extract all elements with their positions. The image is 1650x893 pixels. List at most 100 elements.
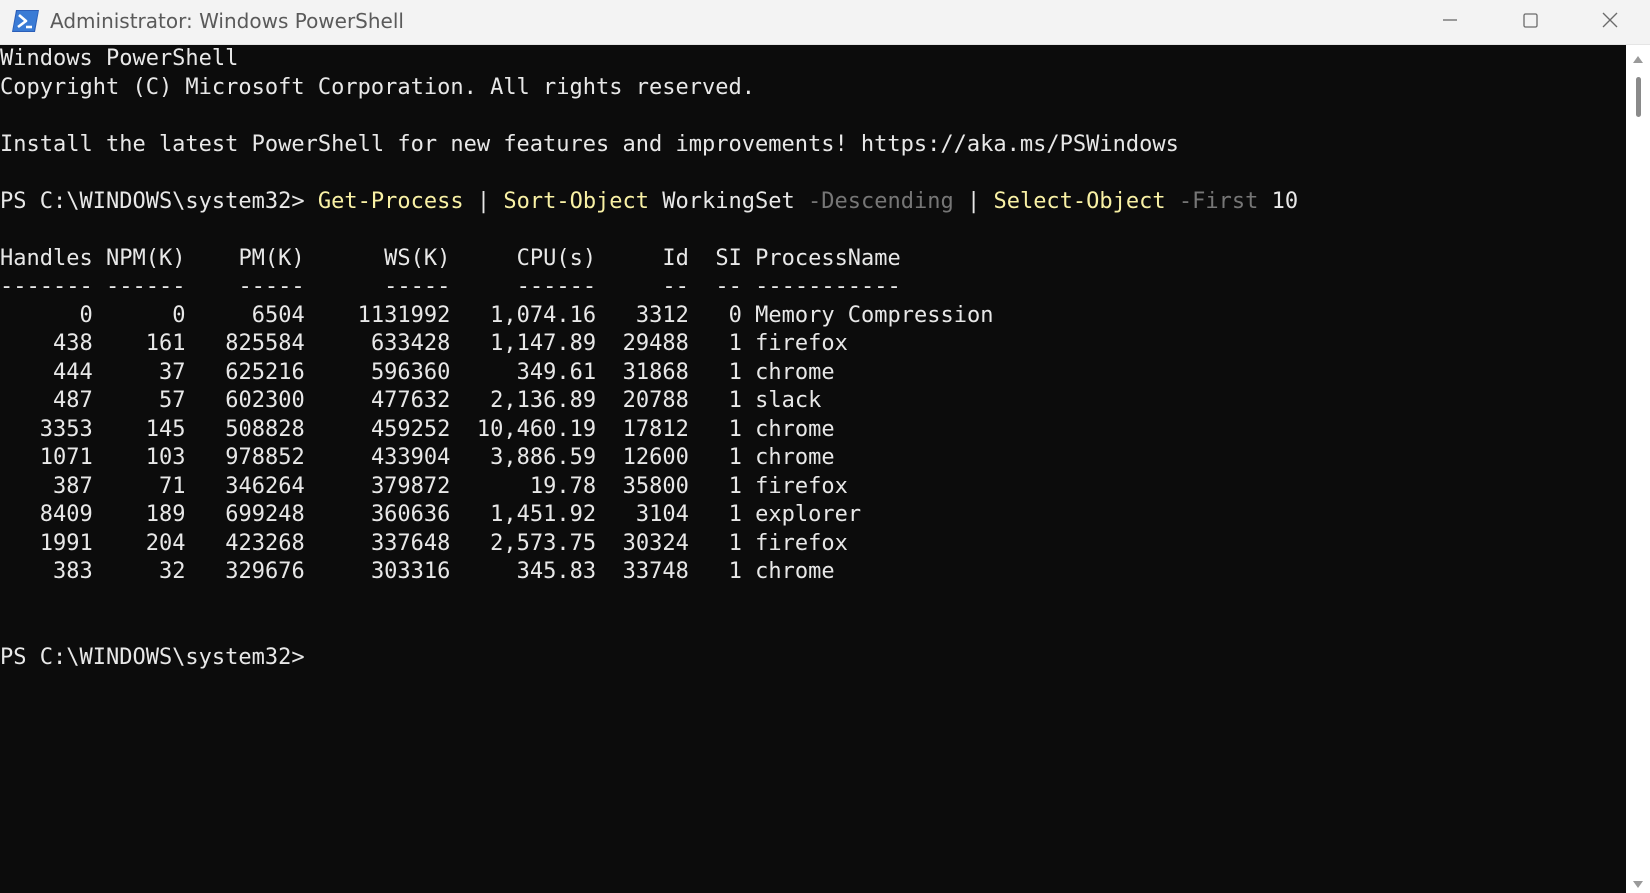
maximize-button[interactable] — [1490, 0, 1570, 44]
table-cell: 1 — [728, 331, 742, 356]
cell-padding — [596, 531, 623, 556]
table-separator-row: ------- ------ ----- ----- ------ -- -- … — [0, 273, 1626, 302]
cell-padding — [742, 388, 755, 413]
table-row: 387 71 346264 379872 19.78 35800 1 firef… — [0, 473, 1626, 502]
table-cell: 3104 — [635, 502, 689, 527]
table-cell: -- — [662, 274, 689, 299]
table-cell: 71 — [158, 473, 186, 499]
cell-padding — [93, 445, 146, 470]
table-cell: 10,460.19 — [476, 416, 597, 442]
cell-padding — [305, 303, 358, 328]
table-row: 1991 204 423268 337648 2,573.75 30324 1 … — [0, 530, 1626, 559]
table-cell: 625216 — [225, 359, 305, 385]
cell-padding — [305, 331, 371, 356]
cell-padding — [596, 274, 662, 299]
command-token: Get-Process — [317, 188, 464, 214]
table-row: 3353 145 508828 459252 10,460.19 17812 1… — [0, 416, 1626, 445]
command-token — [1166, 189, 1179, 214]
cell-padding — [596, 445, 623, 470]
table-cell: -- — [715, 274, 742, 299]
command-token: -Descending — [808, 188, 954, 214]
table-cell: 1071 — [39, 445, 93, 470]
cell-padding — [450, 445, 490, 470]
table-cell: NPM(K) — [105, 245, 186, 271]
cell-padding — [596, 474, 623, 499]
table-cell: 438 — [52, 331, 93, 356]
cell-padding — [93, 274, 106, 299]
table-cell: 1,451.92 — [490, 502, 597, 527]
cell-padding — [742, 360, 755, 385]
cell-padding — [742, 303, 755, 328]
table-cell: 444 — [52, 359, 93, 385]
cell-padding — [93, 331, 146, 356]
table-cell: 161 — [145, 331, 186, 356]
cell-padding — [93, 303, 172, 328]
cell-padding — [596, 502, 636, 527]
table-cell: 103 — [145, 445, 186, 470]
table-cell: 0 — [79, 302, 93, 328]
table-cell: 1131992 — [357, 302, 451, 328]
cell-padding — [93, 246, 106, 271]
table-cell: 33748 — [622, 559, 689, 584]
table-cell: 35800 — [622, 473, 689, 499]
window-title: Administrator: Windows PowerShell — [50, 9, 404, 33]
cell-padding — [596, 246, 662, 271]
cell-padding — [0, 303, 79, 328]
table-cell: ----- — [384, 274, 451, 299]
cell-padding — [742, 246, 755, 271]
table-header-row: Handles NPM(K) PM(K) WS(K) CPU(s) Id SI … — [0, 245, 1626, 274]
cell-padding — [689, 331, 729, 356]
close-button[interactable] — [1570, 0, 1650, 44]
scroll-up-arrow-icon[interactable] — [1632, 55, 1644, 65]
cell-padding — [689, 474, 729, 499]
table-cell: 303316 — [370, 559, 451, 584]
table-cell: 1 — [728, 530, 742, 556]
table-cell: ------ — [516, 274, 597, 299]
table-cell: ----- — [238, 274, 305, 299]
maximize-icon — [1523, 13, 1538, 28]
table-cell: 379872 — [370, 473, 451, 499]
vertical-scrollbar[interactable] — [1626, 45, 1650, 893]
cell-padding — [185, 531, 225, 556]
command-token: | — [953, 188, 994, 214]
cell-padding — [185, 303, 251, 328]
table-cell: Id — [662, 245, 689, 271]
cell-padding — [450, 274, 516, 299]
cell-padding — [305, 360, 371, 385]
cell-padding — [93, 559, 159, 584]
table-cell: 1 — [728, 473, 742, 499]
table-cell: SI — [715, 245, 742, 271]
table-cell: 825584 — [225, 331, 305, 356]
cell-padding — [93, 531, 146, 556]
minimize-button[interactable] — [1410, 0, 1490, 44]
scroll-down-arrow-icon[interactable] — [1632, 879, 1644, 889]
table-cell: CPU(s) — [516, 245, 597, 271]
powershell-window: Administrator: Windows PowerShell Window… — [0, 0, 1650, 893]
scroll-thumb[interactable] — [1636, 77, 1641, 117]
cell-padding — [305, 559, 371, 584]
table-cell: 337648 — [370, 530, 451, 556]
cell-padding — [305, 246, 384, 271]
table-cell: 30324 — [622, 530, 689, 556]
table-cell: firefox — [755, 331, 848, 356]
cell-padding — [93, 388, 159, 413]
cell-padding — [0, 417, 40, 442]
cell-padding — [93, 417, 146, 442]
cell-padding — [185, 502, 225, 527]
table-cell: 3353 — [39, 416, 93, 442]
cell-padding — [450, 303, 490, 328]
cell-padding — [450, 502, 490, 527]
table-cell: chrome — [755, 559, 835, 584]
title-bar[interactable]: Administrator: Windows PowerShell — [0, 0, 1650, 45]
table-row: 487 57 602300 477632 2,136.89 20788 1 sl… — [0, 387, 1626, 416]
table-cell: 423268 — [225, 530, 305, 556]
table-row: 1071 103 978852 433904 3,886.59 12600 1 … — [0, 444, 1626, 473]
command-line: PS C:\WINDOWS\system32> Get-Process | So… — [0, 188, 1626, 217]
cell-padding — [0, 531, 40, 556]
cell-padding — [93, 360, 159, 385]
terminal-output[interactable]: Windows PowerShell Copyright (C) Microsof… — [0, 45, 1626, 893]
banner-line: Copyright (C) Microsoft Corporation. All… — [0, 74, 755, 100]
cell-padding — [742, 474, 755, 499]
table-row: 444 37 625216 596360 349.61 31868 1 chro… — [0, 359, 1626, 388]
